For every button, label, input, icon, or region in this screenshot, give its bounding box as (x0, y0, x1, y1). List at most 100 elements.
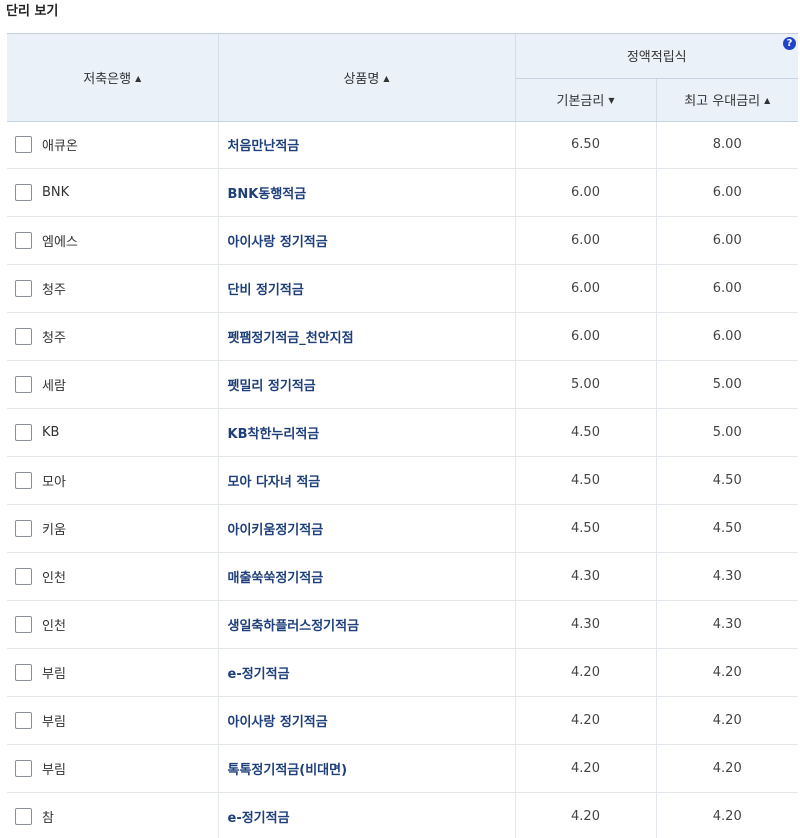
row-checkbox[interactable] (15, 807, 32, 825)
row-checkbox[interactable] (15, 279, 32, 297)
product-cell: 모아 다자녀 적금 (218, 456, 516, 505)
product-cell: e-정기적금 (218, 648, 516, 697)
table-row: 부림 e-정기적금 4.20 4.20 (7, 648, 798, 697)
product-link[interactable]: 펫밀리 정기적금 (228, 379, 316, 394)
bank-name: 부림 (42, 714, 66, 730)
base-rate: 6.00 (515, 264, 657, 313)
row-checkbox[interactable] (15, 183, 32, 201)
max-rate: 5.00 (656, 408, 798, 457)
header-product-sort[interactable]: 상품명 ▲ (218, 34, 516, 122)
product-cell: 펫팸정기적금_천안지점 (218, 312, 516, 361)
header-group-label: 정액적립식 (626, 50, 687, 66)
max-rate: 4.30 (656, 552, 798, 601)
row-checkbox[interactable] (15, 423, 32, 441)
product-cell: 아이사랑 정기적금 (218, 216, 516, 265)
header-group: 정액적립식 ? (515, 34, 798, 79)
product-link[interactable]: 매출쑥쑥정기적금 (228, 571, 324, 586)
product-cell: 아이사랑 정기적금 (218, 696, 516, 745)
bank-cell: 참 (7, 792, 219, 838)
product-link[interactable]: 아이사랑 정기적금 (228, 715, 328, 730)
row-checkbox[interactable] (15, 663, 32, 681)
header-max-rate-label: 최고 우대금리 (684, 94, 761, 109)
base-rate: 4.50 (515, 456, 657, 505)
table-row: 부림 톡톡정기적금(비대면) 4.20 4.20 (7, 744, 798, 793)
table-row: 세람 펫밀리 정기적금 5.00 5.00 (7, 360, 798, 409)
table-row: KB KB착한누리적금 4.50 5.00 (7, 408, 798, 457)
row-checkbox[interactable] (15, 615, 32, 633)
bank-cell: BNK (7, 168, 219, 217)
product-link[interactable]: 아이사랑 정기적금 (228, 235, 328, 250)
bank-name: BNK (42, 184, 70, 200)
bank-name: 인천 (42, 570, 66, 586)
savings-rate-table: 저축은행 ▲ 상품명 ▲ 정액적립식 ? 기본금리 ▼ 최고 우대금리 ▲ 애큐온 처음 (7, 33, 798, 838)
product-link[interactable]: 모아 다자녀 적금 (228, 475, 321, 490)
product-link[interactable]: e-정기적금 (228, 667, 290, 682)
max-rate: 6.00 (656, 168, 798, 217)
product-link[interactable]: 아이키움정기적금 (228, 523, 324, 538)
row-checkbox[interactable] (15, 567, 32, 585)
row-checkbox[interactable] (15, 471, 32, 489)
product-cell: e-정기적금 (218, 792, 516, 838)
base-rate: 6.50 (515, 121, 657, 169)
bank-cell: 세람 (7, 360, 219, 409)
row-checkbox[interactable] (15, 519, 32, 537)
product-link[interactable]: 톡톡정기적금(비대면) (228, 763, 348, 778)
product-cell: 펫밀리 정기적금 (218, 360, 516, 409)
table-row: 키움 아이키움정기적금 4.50 4.50 (7, 504, 798, 553)
table-body: 애큐온 처음만난적금 6.50 8.00 BNK BNK동행적금 6.00 6.00 엠에스 아이… (7, 121, 798, 838)
product-link[interactable]: 생일축하플러스정기적금 (228, 619, 360, 634)
table-row: BNK BNK동행적금 6.00 6.00 (7, 168, 798, 217)
header-max-rate-sort[interactable]: 최고 우대금리 ▲ (656, 78, 798, 122)
max-rate: 6.00 (656, 264, 798, 313)
product-link[interactable]: BNK동행적금 (228, 187, 307, 202)
bank-name: 부림 (42, 762, 66, 778)
row-checkbox[interactable] (15, 759, 32, 777)
max-rate: 6.00 (656, 312, 798, 361)
bank-cell: 부림 (7, 744, 219, 793)
base-rate: 4.50 (515, 408, 657, 457)
bank-name: 청주 (42, 282, 66, 298)
max-rate: 4.20 (656, 792, 798, 838)
sort-up-icon: ▲ (383, 73, 390, 83)
bank-name: 애큐온 (42, 139, 78, 154)
section-title: 단리 보기 (6, 4, 59, 19)
bank-cell: 모아 (7, 456, 219, 505)
table-row: 엠에스 아이사랑 정기적금 6.00 6.00 (7, 216, 798, 265)
product-cell: 아이키움정기적금 (218, 504, 516, 553)
table-row: 참 e-정기적금 4.20 4.20 (7, 792, 798, 838)
base-rate: 6.00 (515, 168, 657, 217)
header-base-rate-sort[interactable]: 기본금리 ▼ (515, 78, 657, 122)
max-rate: 4.50 (656, 456, 798, 505)
row-checkbox[interactable] (15, 327, 32, 345)
bank-cell: KB (7, 408, 219, 457)
base-rate: 5.00 (515, 360, 657, 409)
bank-cell: 부림 (7, 648, 219, 697)
bank-name: 키움 (42, 522, 66, 538)
product-link[interactable]: KB착한누리적금 (228, 427, 320, 442)
header-bank-sort[interactable]: 저축은행 ▲ (7, 34, 219, 122)
row-checkbox[interactable] (15, 231, 32, 249)
bank-name: 인천 (42, 618, 66, 634)
product-link[interactable]: e-정기적금 (228, 811, 290, 826)
product-link[interactable]: 단비 정기적금 (228, 283, 304, 298)
product-cell: 생일축하플러스정기적금 (218, 600, 516, 649)
bank-cell: 청주 (7, 264, 219, 313)
table-row: 모아 모아 다자녀 적금 4.50 4.50 (7, 456, 798, 505)
max-rate: 4.20 (656, 648, 798, 697)
product-link[interactable]: 펫팸정기적금_천안지점 (228, 331, 354, 346)
row-checkbox[interactable] (15, 375, 32, 393)
bank-cell: 키움 (7, 504, 219, 553)
row-checkbox[interactable] (15, 136, 32, 153)
max-rate: 4.20 (656, 696, 798, 745)
bank-name: 모아 (42, 474, 66, 490)
max-rate: 4.30 (656, 600, 798, 649)
bank-cell: 애큐온 (7, 121, 219, 169)
product-cell: BNK동행적금 (218, 168, 516, 217)
max-rate: 6.00 (656, 216, 798, 265)
product-link[interactable]: 처음만난적금 (228, 139, 300, 154)
product-cell: KB착한누리적금 (218, 408, 516, 457)
help-icon[interactable]: ? (783, 37, 796, 50)
header-product-label: 상품명 (343, 71, 380, 87)
table-row: 애큐온 처음만난적금 6.50 8.00 (7, 121, 798, 169)
row-checkbox[interactable] (15, 711, 32, 729)
